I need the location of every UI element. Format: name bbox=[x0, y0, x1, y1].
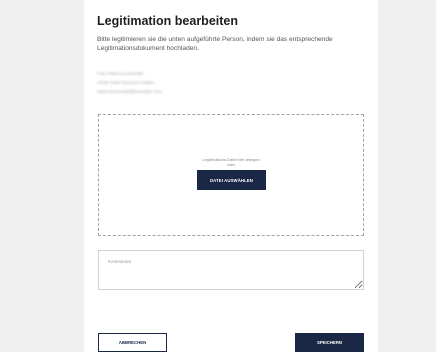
dropzone-hint: Legitimations-Datei hier ablegen oder bbox=[99, 157, 363, 167]
instructions-text: Bitte legitimieren sie die unten aufgefü… bbox=[97, 36, 333, 52]
person-details: Frau Rebecca Brendel AEWI Hotel Services… bbox=[97, 69, 162, 96]
dropzone-or-label: oder bbox=[226, 161, 235, 167]
person-company: AEWI Hotel Services GmbH bbox=[97, 80, 155, 85]
save-button[interactable]: SPEICHERN bbox=[295, 333, 364, 352]
person-email: rebecca.brendel@example.com bbox=[97, 89, 162, 94]
file-dropzone[interactable]: Legitimations-Datei hier ablegen oder DA… bbox=[98, 114, 364, 236]
choose-file-button[interactable]: DATEI AUSWÄHLEN bbox=[197, 170, 266, 190]
cancel-button[interactable]: ABBRECHEN bbox=[98, 333, 167, 352]
person-name: Frau Rebecca Brendel bbox=[97, 71, 143, 76]
page-title: Legitimation bearbeiten bbox=[97, 14, 238, 28]
comment-field[interactable] bbox=[98, 250, 364, 290]
